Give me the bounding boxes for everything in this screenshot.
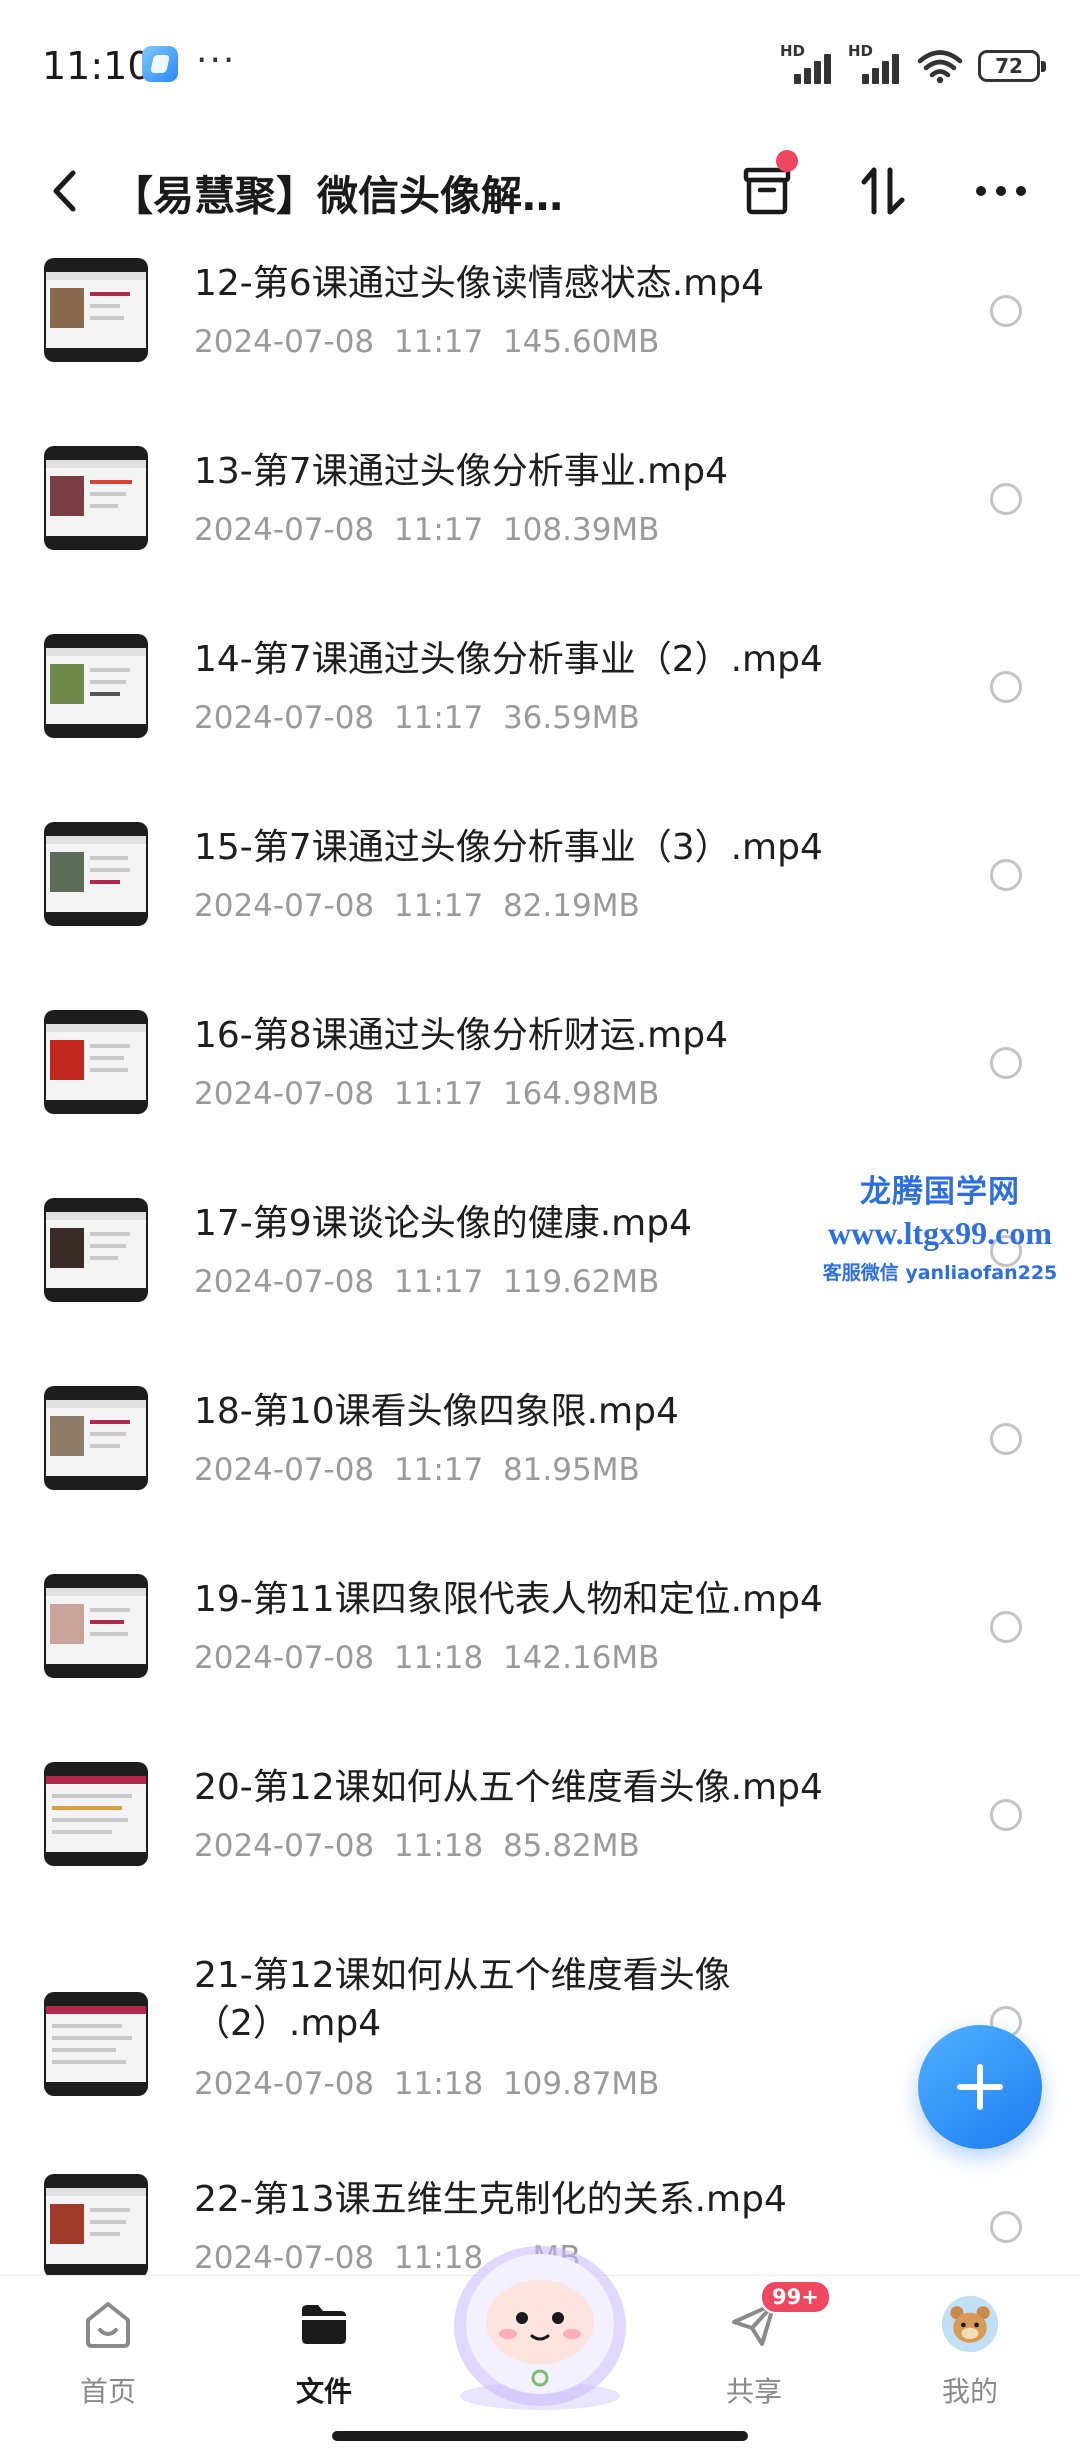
- status-bar: 11:10 ··· HD HD 72: [0, 0, 1080, 130]
- status-time: 11:10: [42, 44, 152, 88]
- select-radio[interactable]: [990, 483, 1022, 515]
- nav-share[interactable]: 99+ 共享: [684, 2280, 831, 2414]
- file-meta: 2024-07-08 11:17 108.39MB: [194, 512, 660, 548]
- file-row[interactable]: 19-第11课四象限代表人物和定位.mp4 2024-07-08 11:18 1…: [0, 1566, 1080, 1752]
- file-name: 19-第11课四象限代表人物和定位.mp4: [194, 1579, 823, 1620]
- file-row[interactable]: 14-第7课通过头像分析事业（2）.mp4 2024-07-08 11:17 3…: [0, 626, 1080, 812]
- file-name: 20-第12课如何从五个维度看头像.mp4: [194, 1767, 823, 1808]
- page-title: 【易慧聚】微信头像解…: [112, 172, 563, 220]
- folder-icon: [302, 2305, 346, 2344]
- back-button[interactable]: [36, 156, 92, 226]
- file-name: 18-第10课看头像四象限.mp4: [194, 1391, 679, 1432]
- file-row[interactable]: 12-第6课通过头像读情感状态.mp4 2024-07-08 11:17 145…: [0, 250, 1080, 436]
- video-thumbnail: [44, 1574, 148, 1678]
- file-name: 22-第13课五维生克制化的关系.mp4: [194, 2179, 787, 2220]
- file-name: 12-第6课通过头像读情感状态.mp4: [194, 263, 764, 304]
- more-button[interactable]: [966, 156, 1036, 226]
- notification-dot: [776, 150, 798, 172]
- file-name: 15-第7课通过头像分析事业（3）.mp4: [194, 827, 823, 868]
- video-thumbnail: [44, 634, 148, 738]
- select-radio[interactable]: [990, 1423, 1022, 1455]
- video-thumbnail: [44, 258, 148, 362]
- avatar-icon: [941, 2295, 999, 2353]
- select-radio[interactable]: [990, 1047, 1022, 1079]
- file-name: 17-第9课谈论头像的健康.mp4: [194, 1203, 692, 1244]
- file-meta: 2024-07-08 11:17 164.98MB: [194, 1076, 660, 1112]
- add-button[interactable]: [918, 2025, 1042, 2149]
- file-name: 13-第7课通过头像分析事业.mp4: [194, 451, 728, 492]
- select-radio[interactable]: [990, 2211, 1022, 2243]
- file-row[interactable]: 18-第10课看头像四象限.mp4 2024-07-08 11:17 81.95…: [0, 1378, 1080, 1564]
- file-name: 16-第8课通过头像分析财运.mp4: [194, 1015, 728, 1056]
- file-meta: 2024-07-08 11:17 36.59MB: [194, 700, 640, 736]
- battery-icon: 72: [978, 50, 1046, 82]
- watermark-url: www.ltgx99.com: [828, 1215, 1052, 1251]
- watermark: 龙腾国学网 www.ltgx99.com 客服微信 yanliaofan225: [820, 1166, 1060, 1285]
- select-radio[interactable]: [990, 671, 1022, 703]
- file-row[interactable]: 16-第8课通过头像分析财运.mp4 2024-07-08 11:17 164.…: [0, 1002, 1080, 1188]
- nav-home[interactable]: 首页: [38, 2294, 178, 2414]
- video-thumbnail: [44, 1386, 148, 1490]
- more-icon: [976, 186, 1026, 196]
- file-row[interactable]: 15-第7课通过头像分析事业（3）.mp4 2024-07-08 11:17 8…: [0, 814, 1080, 1000]
- watermark-name: 龙腾国学网: [860, 1174, 1020, 1210]
- file-row[interactable]: 21-第12课如何从五个维度看头像（2）.mp4 2024-07-08 11:1…: [0, 1942, 1080, 2166]
- watermark-contact: 客服微信 yanliaofan225: [822, 1262, 1058, 1284]
- file-meta: 2024-07-08 11:18 109.87MB: [194, 2066, 660, 2102]
- back-icon: [53, 170, 76, 212]
- select-radio[interactable]: [990, 295, 1022, 327]
- file-row[interactable]: 20-第12课如何从五个维度看头像.mp4 2024-07-08 11:18 8…: [0, 1754, 1080, 1940]
- sort-icon: [861, 167, 905, 215]
- archive-button[interactable]: [732, 150, 802, 226]
- file-meta: 2024-07-08 11:17 145.60MB: [194, 324, 660, 360]
- nav-files[interactable]: 文件: [254, 2294, 394, 2414]
- share-badge: 99+: [760, 2280, 831, 2314]
- select-radio[interactable]: [990, 859, 1022, 891]
- status-more-icon: ···: [196, 40, 237, 81]
- archive-icon: [743, 167, 791, 215]
- nav-label: 首页: [79, 2375, 136, 2408]
- notification-app-icon: [142, 46, 178, 82]
- mascot-icon[interactable]: [440, 2226, 640, 2416]
- file-meta: 2024-07-08 11:17 82.19MB: [194, 888, 640, 924]
- nav-label: 文件: [295, 2375, 352, 2408]
- video-thumbnail: [44, 2174, 148, 2278]
- plus-icon: [957, 2064, 1003, 2110]
- signal-icon-2: HD: [848, 42, 902, 84]
- video-thumbnail: [44, 1198, 148, 1302]
- file-meta: 2024-07-08 11:18 85.82MB: [194, 1828, 640, 1864]
- file-meta: 2024-07-08 11:18 142.16MB: [194, 1640, 660, 1676]
- video-thumbnail: [44, 822, 148, 926]
- home-indicator[interactable]: [332, 2431, 748, 2441]
- home-icon: [86, 2302, 130, 2348]
- select-radio[interactable]: [990, 1611, 1022, 1643]
- nav-label: 我的: [941, 2375, 998, 2408]
- video-thumbnail: [44, 1762, 148, 1866]
- file-meta: 2024-07-08 11:17 119.62MB: [194, 1264, 660, 1300]
- file-name: 21-第12课如何从五个维度看头像（2）.mp4: [194, 1955, 731, 2044]
- wifi-icon: [917, 50, 963, 84]
- video-thumbnail: [44, 1010, 148, 1114]
- file-row[interactable]: 13-第7课通过头像分析事业.mp4 2024-07-08 11:17 108.…: [0, 438, 1080, 624]
- file-name: 14-第7课通过头像分析事业（2）.mp4: [194, 639, 823, 680]
- file-meta: 2024-07-08 11:17 81.95MB: [194, 1452, 640, 1488]
- nav-profile[interactable]: 我的: [900, 2294, 1040, 2414]
- nav-label: 共享: [725, 2375, 782, 2408]
- title-bar: 【易慧聚】微信头像解…: [0, 130, 1080, 250]
- video-thumbnail: [44, 446, 148, 550]
- signal-icon: HD: [780, 42, 834, 84]
- sort-button[interactable]: [848, 156, 918, 226]
- select-radio[interactable]: [990, 1799, 1022, 1831]
- video-thumbnail: [44, 1992, 148, 2096]
